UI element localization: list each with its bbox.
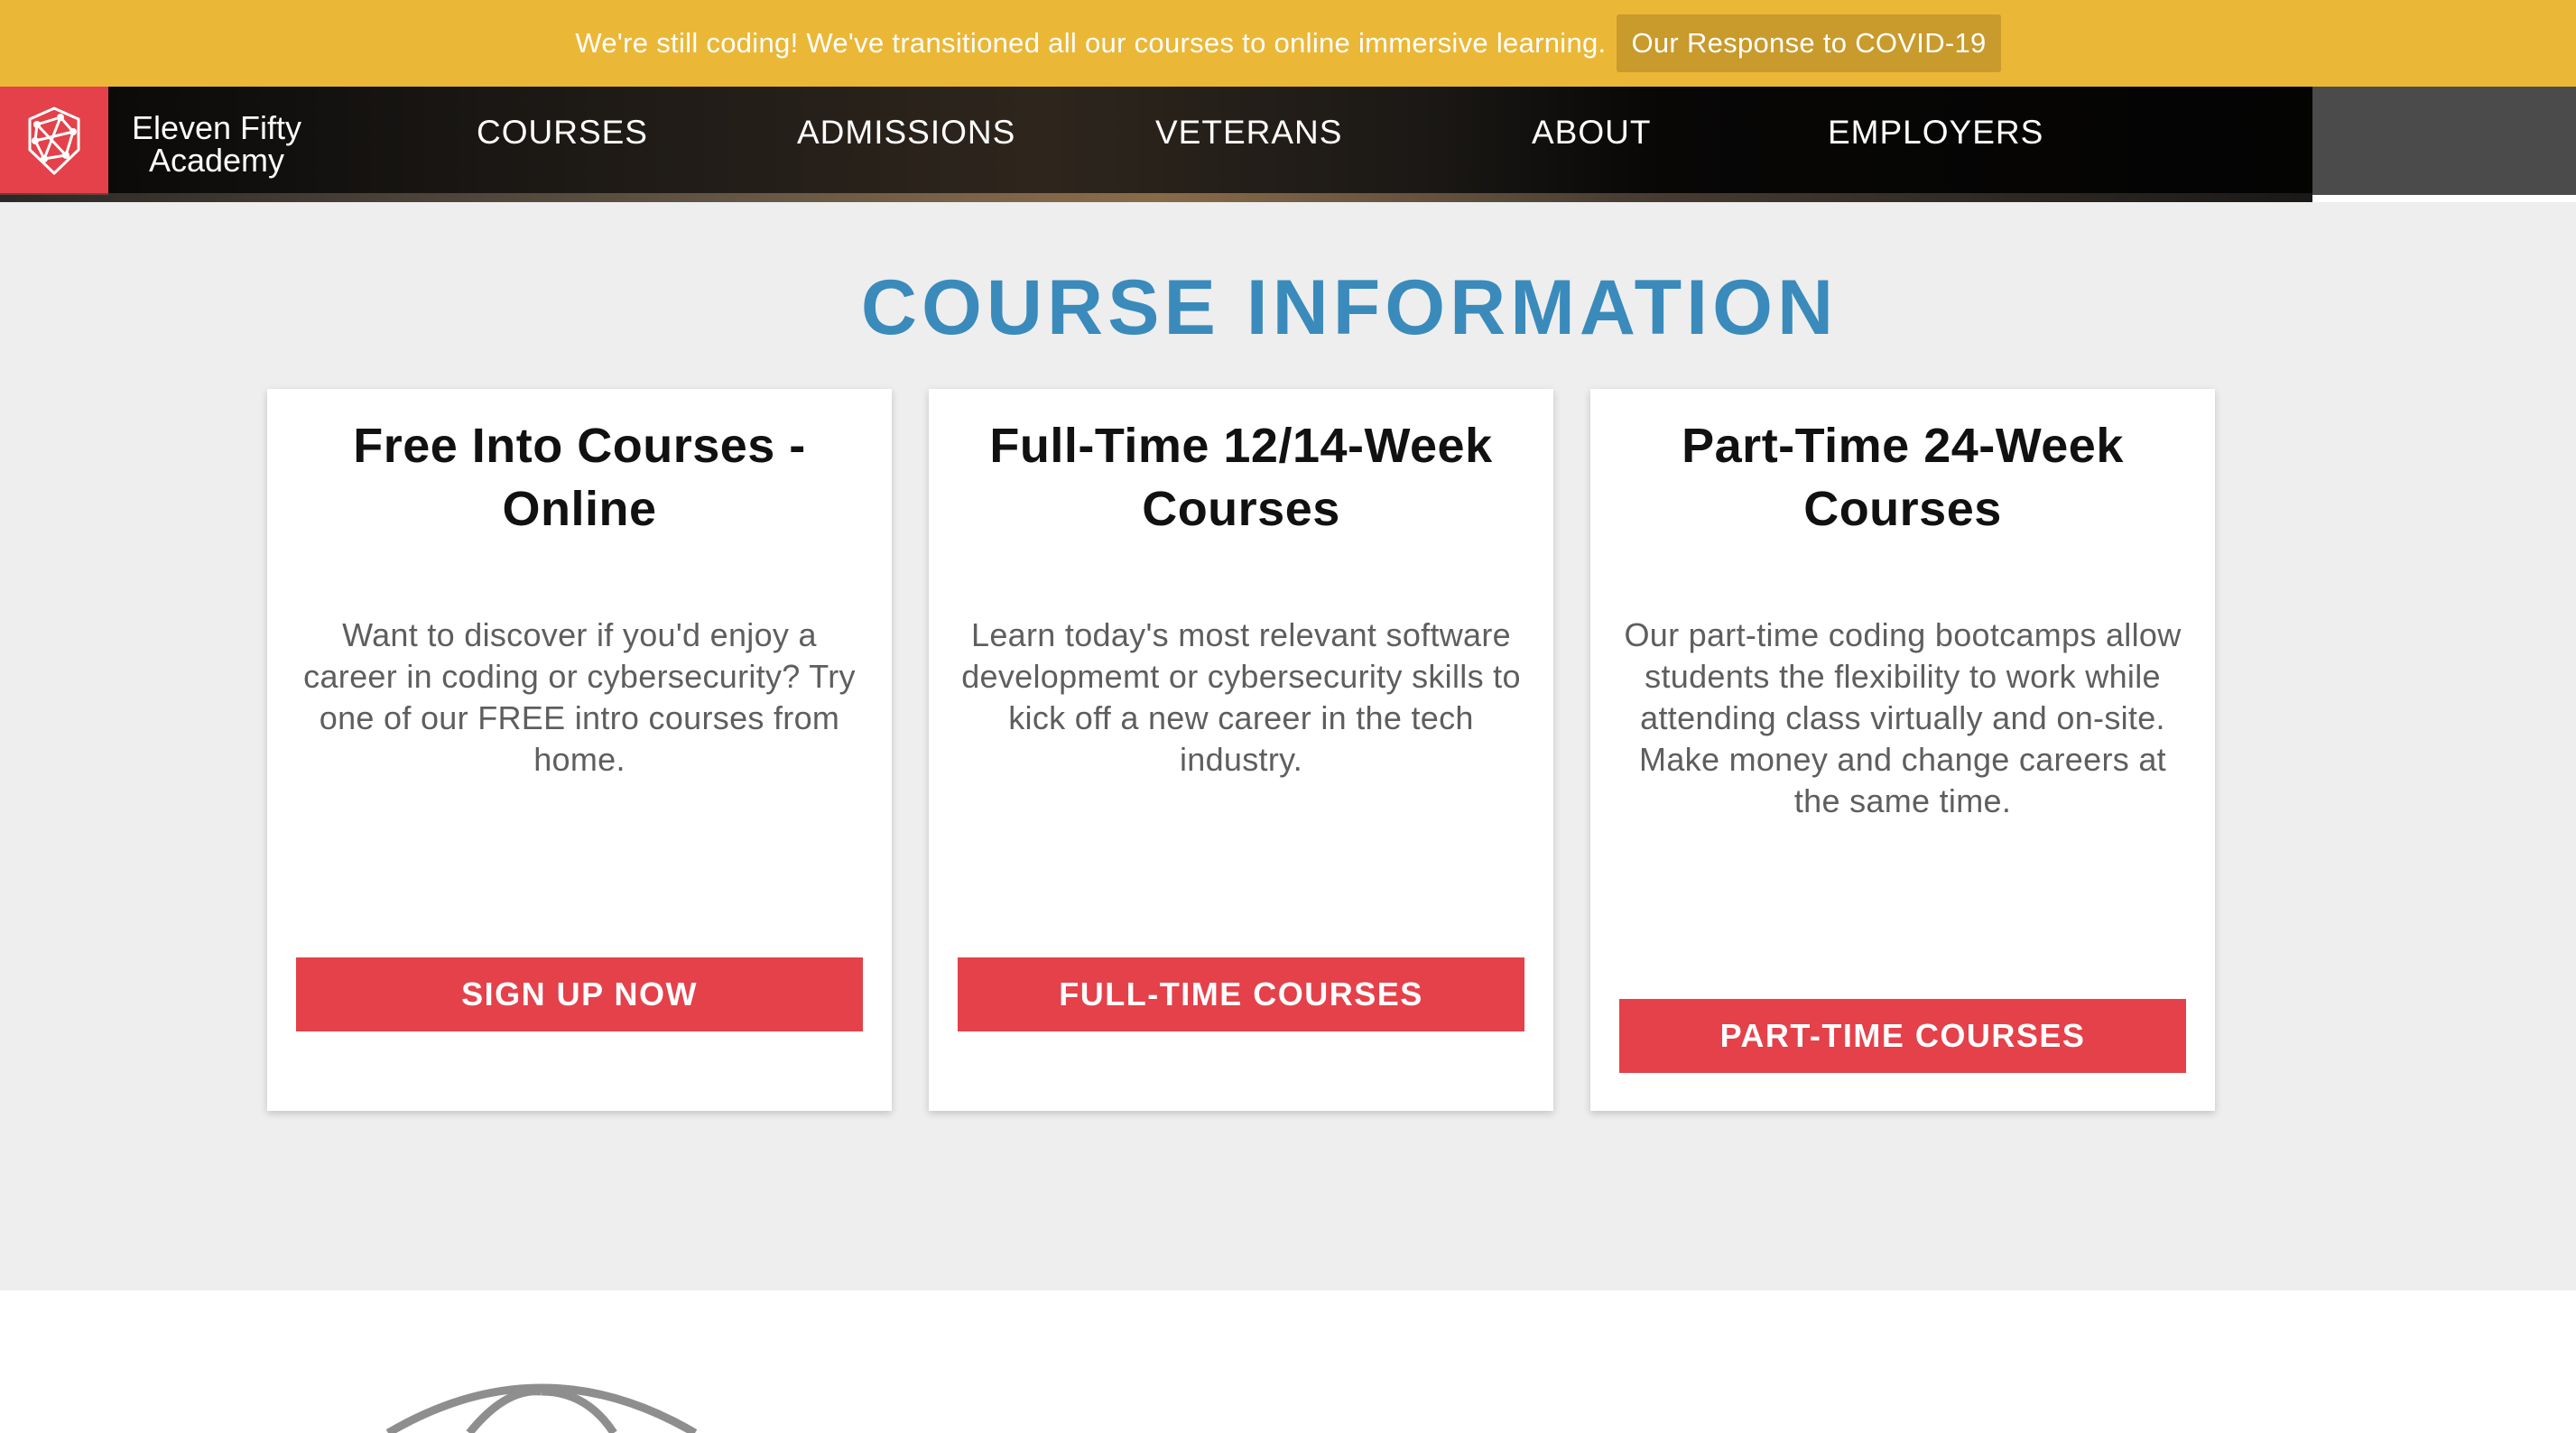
brand-name[interactable]: Eleven Fifty Academy [126, 112, 307, 177]
geometric-shield-logo-icon [28, 106, 80, 175]
part-time-courses-button[interactable]: PART-TIME COURSES [1619, 999, 2186, 1073]
nav-employers[interactable]: EMPLOYERS [1828, 114, 2043, 152]
card-description: Learn today's most relevant software dev… [961, 616, 1521, 778]
lower-section [0, 1290, 2576, 1433]
site-header: Eleven Fifty Academy COURSES ADMISSIONS … [0, 87, 2312, 202]
sign-up-now-button[interactable]: SIGN UP NOW [296, 957, 863, 1031]
course-information-section: COURSE INFORMATION Free Into Courses - O… [0, 202, 2576, 1290]
nav-admissions[interactable]: ADMISSIONS [797, 114, 1015, 152]
brand-line-1: Eleven Fifty [131, 109, 302, 146]
nav-about[interactable]: ABOUT [1532, 114, 1651, 152]
nav-veterans[interactable]: VETERANS [1155, 114, 1342, 152]
logo-link[interactable] [0, 87, 108, 195]
header-background-photo [0, 193, 2312, 202]
card-title: Part-Time 24-Week Courses [1682, 419, 2124, 536]
covid-response-link[interactable]: Our Response to COVID-19 [1617, 14, 2001, 72]
card-description: Our part-time coding bootcamps allow stu… [1624, 616, 2182, 819]
nav-courses[interactable]: COURSES [477, 114, 648, 152]
header-right-panel [2312, 87, 2576, 195]
card-title: Free Into Courses - Online [353, 419, 806, 536]
brand-line-2: Academy [148, 142, 285, 179]
card-title: Full-Time 12/14-Week Courses [989, 419, 1493, 536]
globe-icon [385, 1383, 698, 1433]
page-title: COURSE INFORMATION [860, 264, 1839, 351]
full-time-courses-button[interactable]: FULL-TIME COURSES [958, 957, 1524, 1031]
announcement-banner: We're still coding! We've transitioned a… [0, 0, 2576, 87]
card-description: Want to discover if you'd enjoy a career… [303, 616, 856, 778]
course-card-free-intro: Free Into Courses - Online Want to disco… [267, 389, 892, 1111]
banner-text: We're still coding! We've transitioned a… [575, 27, 1607, 59]
course-card-part-time: Part-Time 24-Week Courses Our part-time … [1590, 389, 2215, 1111]
course-card-full-time: Full-Time 12/14-Week Courses Learn today… [929, 389, 1553, 1111]
